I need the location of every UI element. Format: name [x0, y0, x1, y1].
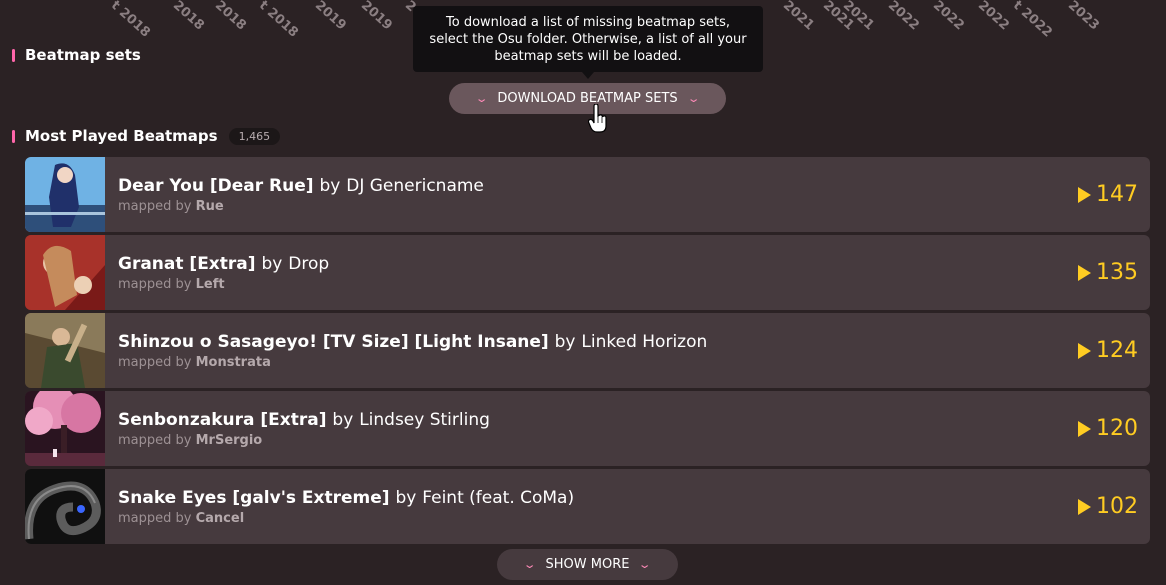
- mapped-by-label: mapped by: [118, 354, 192, 370]
- beatmap-title: Granat [Extra]: [118, 253, 256, 274]
- beatmap-title-line: Granat [Extra] by Drop: [118, 254, 1078, 274]
- beatmap-info: Granat [Extra] by Drop mapped by Left: [118, 254, 1078, 292]
- beatmap-artist: Lindsey Stirling: [359, 409, 490, 430]
- axis-label: t 2022: [1009, 0, 1055, 40]
- play-count: 135: [1078, 260, 1138, 285]
- beatmap-title-line: Shinzou o Sasageyo! [TV Size] [Light Ins…: [118, 332, 1078, 352]
- axis-label: 2022: [974, 0, 1012, 34]
- play-count-value: 147: [1096, 182, 1138, 207]
- beatmap-info: Senbonzakura [Extra] by Lindsey Stirling…: [118, 410, 1078, 448]
- beatmap-row[interactable]: Senbonzakura [Extra] by Lindsey Stirling…: [25, 391, 1150, 466]
- download-tooltip: To download a list of missing beatmap se…: [413, 6, 763, 72]
- by-label: by: [554, 331, 576, 352]
- beatmap-info: Dear You [Dear Rue] by DJ Genericname ma…: [118, 176, 1078, 214]
- beatmap-artist: DJ Genericname: [346, 175, 484, 196]
- play-count-value: 120: [1096, 416, 1138, 441]
- beatmap-mapper[interactable]: Cancel: [196, 511, 245, 526]
- show-more-button[interactable]: ⌄ SHOW MORE ⌄: [497, 549, 678, 580]
- axis-label: 2022: [929, 0, 967, 34]
- beatmap-info: Snake Eyes [galv's Extreme] by Feint (fe…: [118, 488, 1078, 526]
- beatmap-mapper-line: mapped by Left: [118, 277, 1078, 292]
- beatmap-info: Shinzou o Sasageyo! [TV Size] [Light Ins…: [118, 332, 1078, 370]
- beatmap-mapper-line: mapped by MrSergio: [118, 433, 1078, 448]
- beatmap-artist: Linked Horizon: [581, 331, 708, 352]
- axis-label: t 2018: [107, 0, 153, 40]
- mapped-by-label: mapped by: [118, 510, 192, 526]
- section-accent-bar: [12, 48, 15, 62]
- beatmap-title: Dear You [Dear Rue]: [118, 175, 314, 196]
- beatmap-sets-heading: Beatmap sets: [12, 45, 141, 65]
- beatmap-title: Snake Eyes [galv's Extreme]: [118, 487, 390, 508]
- play-count-value: 135: [1096, 260, 1138, 285]
- axis-label: 2021: [779, 0, 817, 34]
- beatmap-mapper[interactable]: MrSergio: [196, 433, 263, 448]
- beatmap-title: Senbonzakura [Extra]: [118, 409, 327, 430]
- play-icon: [1078, 420, 1091, 437]
- play-count: 147: [1078, 182, 1138, 207]
- beatmap-artist: Drop: [288, 253, 330, 274]
- beatmap-mapper[interactable]: Monstrata: [196, 355, 271, 370]
- axis-label: 2023: [1064, 0, 1102, 34]
- play-count: 120: [1078, 416, 1138, 441]
- by-label: by: [319, 175, 341, 196]
- beatmap-mapper-line: mapped by Cancel: [118, 511, 1078, 526]
- most-played-heading: Most Played Beatmaps 1,465: [12, 126, 281, 146]
- by-label: by: [261, 253, 283, 274]
- beatmap-artist: Feint (feat. CoMa): [422, 487, 575, 508]
- beatmap-mapper[interactable]: Rue: [196, 199, 224, 214]
- beatmap-row[interactable]: Snake Eyes [galv's Extreme] by Feint (fe…: [25, 469, 1150, 544]
- by-label: by: [332, 409, 354, 430]
- chevron-down-icon: ⌄: [638, 558, 652, 571]
- axis-label: 2022: [884, 0, 922, 34]
- beatmap-mapper-line: mapped by Monstrata: [118, 355, 1078, 370]
- play-icon: [1078, 342, 1091, 359]
- play-count-value: 124: [1096, 338, 1138, 363]
- chevron-down-icon: ⌄: [522, 558, 537, 571]
- tooltip-arrow: [582, 72, 594, 79]
- play-icon: [1078, 186, 1091, 203]
- play-count-value: 102: [1096, 494, 1138, 519]
- beatmap-cover-image: [25, 391, 105, 466]
- axis-label: 2019: [357, 0, 395, 34]
- play-count: 124: [1078, 338, 1138, 363]
- mapped-by-label: mapped by: [118, 432, 192, 448]
- beatmap-mapper[interactable]: Left: [196, 277, 225, 292]
- beatmap-title-line: Senbonzakura [Extra] by Lindsey Stirling: [118, 410, 1078, 430]
- mapped-by-label: mapped by: [118, 198, 192, 214]
- chevron-down-icon: ⌄: [686, 92, 701, 105]
- chevron-down-icon: ⌄: [474, 92, 489, 105]
- axis-label: 2018: [211, 0, 249, 34]
- beatmap-title-line: Snake Eyes [galv's Extreme] by Feint (fe…: [118, 488, 1078, 508]
- beatmap-cover-image: [25, 469, 105, 544]
- most-played-list: Dear You [Dear Rue] by DJ Genericname ma…: [25, 157, 1150, 547]
- play-icon: [1078, 264, 1091, 281]
- beatmap-mapper-line: mapped by Rue: [118, 199, 1078, 214]
- axis-label: t 2018: [255, 0, 301, 40]
- beatmap-title: Shinzou o Sasageyo! [TV Size] [Light Ins…: [118, 331, 549, 352]
- show-more-label: SHOW MORE: [545, 557, 630, 572]
- most-played-title: Most Played Beatmaps: [25, 127, 218, 145]
- beatmap-cover-image: [25, 157, 105, 232]
- most-played-count-badge: 1,465: [228, 127, 281, 145]
- mapped-by-label: mapped by: [118, 276, 192, 292]
- beatmap-title-line: Dear You [Dear Rue] by DJ Genericname: [118, 176, 1078, 196]
- beatmap-cover-image: [25, 313, 105, 388]
- beatmap-sets-title: Beatmap sets: [25, 46, 141, 64]
- by-label: by: [395, 487, 417, 508]
- play-count: 102: [1078, 494, 1138, 519]
- beatmap-row[interactable]: Dear You [Dear Rue] by DJ Genericname ma…: [25, 157, 1150, 232]
- hand-cursor-icon: [588, 104, 607, 133]
- play-icon: [1078, 498, 1091, 515]
- beatmap-row[interactable]: Shinzou o Sasageyo! [TV Size] [Light Ins…: [25, 313, 1150, 388]
- section-accent-bar: [12, 129, 15, 143]
- beatmap-row[interactable]: Granat [Extra] by Drop mapped by Left 13…: [25, 235, 1150, 310]
- axis-label: 2019: [311, 0, 349, 34]
- axis-label: 2018: [169, 0, 207, 34]
- beatmap-cover-image: [25, 235, 105, 310]
